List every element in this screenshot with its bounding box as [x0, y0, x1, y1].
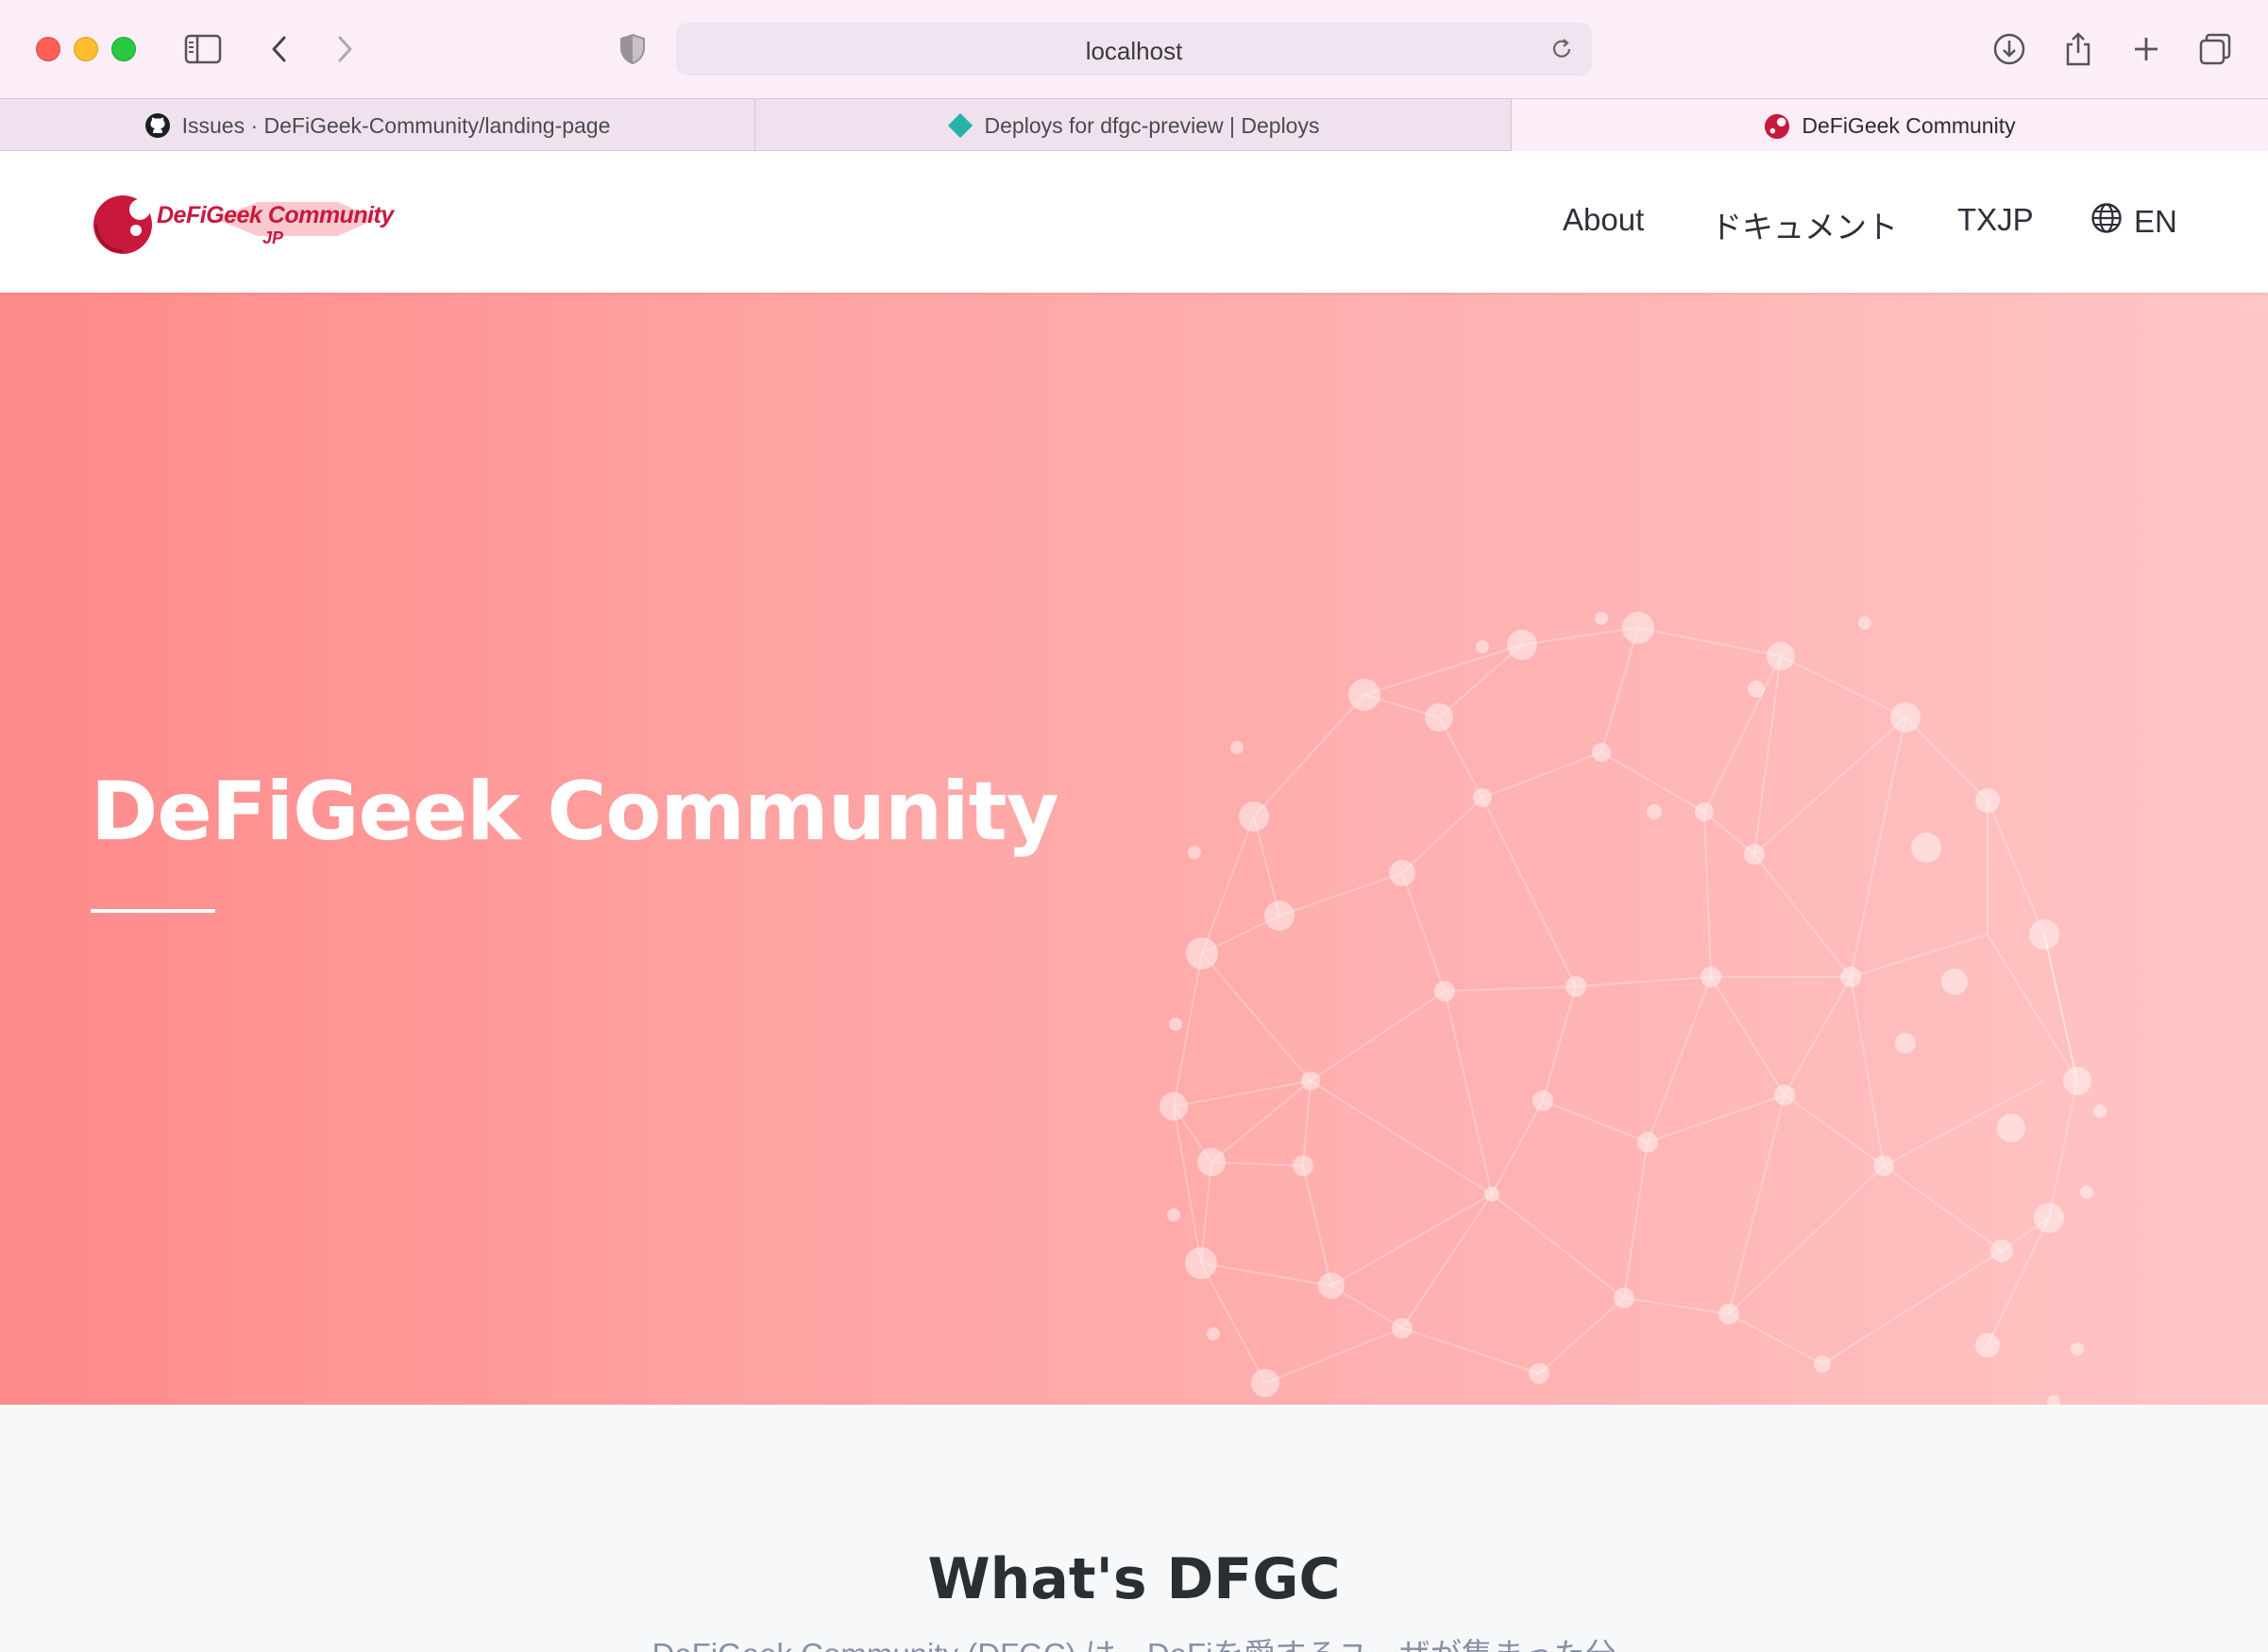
back-arrow-icon[interactable]: [257, 26, 302, 72]
tab-bar: Issues · DeFiGeek-Community/landing-page…: [0, 98, 2268, 153]
logo-text: DeFiGeek Community: [157, 202, 394, 228]
sidebar-toggle-icon[interactable]: [180, 26, 226, 72]
nav-docs-link[interactable]: ドキュメント: [1711, 202, 1898, 247]
new-tab-icon[interactable]: [2124, 26, 2169, 72]
url-text: localhost: [1085, 37, 1183, 65]
share-icon[interactable]: [2056, 26, 2101, 72]
page: localhost Issues · DeFiGeek-Community/la…: [0, 0, 2268, 1652]
forward-arrow-icon[interactable]: [322, 26, 367, 72]
network-globe-graphic: [1159, 612, 2107, 1405]
nav-about-link[interactable]: About: [1563, 202, 1644, 238]
tab-label: Issues · DeFiGeek-Community/landing-page: [181, 112, 611, 138]
tab-overview-icon[interactable]: [2192, 26, 2238, 72]
about-section: What's DFGC DeFiGeek Community (DFGC) は、…: [0, 1405, 2268, 1652]
close-window-button[interactable]: [36, 37, 60, 61]
tab-github-issues[interactable]: Issues · DeFiGeek-Community/landing-page: [0, 99, 755, 152]
dfgc-favicon: [1764, 113, 1790, 140]
hero-banner: DeFiGeek Community: [0, 293, 2268, 1405]
tab-netlify-deploys[interactable]: Deploys for dfgc-preview | Deploys: [755, 99, 1512, 152]
tab-defigeek-community[interactable]: DeFiGeek Community: [1512, 99, 2268, 153]
language-selector[interactable]: EN: [2090, 202, 2177, 242]
tab-label: DeFiGeek Community: [1802, 113, 2016, 138]
hero-title: DeFiGeek Community: [91, 765, 1059, 859]
language-label: EN: [2134, 204, 2177, 239]
minimize-window-button[interactable]: [74, 37, 98, 61]
section-description: DeFiGeek Community (DFGC) は、DeFiを愛するユーザが…: [0, 1629, 2268, 1652]
tab-label: Deploys for dfgc-preview | Deploys: [984, 112, 1320, 138]
privacy-shield-icon[interactable]: [610, 26, 655, 72]
address-bar[interactable]: localhost: [676, 23, 1592, 76]
github-icon: [144, 112, 171, 139]
globe-icon: [2090, 202, 2123, 242]
zoom-window-button[interactable]: [111, 37, 136, 61]
site-logo[interactable]: DeFiGeek Community JP: [93, 191, 414, 257]
netlify-icon: [947, 112, 973, 139]
logo-subtext: JP: [262, 228, 284, 247]
site-header: DeFiGeek Community JP About ドキュメント TXJP …: [0, 151, 2268, 293]
nav-txjp-link[interactable]: TXJP: [1957, 202, 2034, 238]
browser-toolbar: localhost: [0, 0, 2268, 98]
hero-divider: [91, 909, 215, 913]
section-title: What's DFGC: [927, 1546, 1341, 1612]
downloads-icon[interactable]: [1987, 26, 2032, 72]
reload-icon[interactable]: [1549, 36, 1575, 67]
